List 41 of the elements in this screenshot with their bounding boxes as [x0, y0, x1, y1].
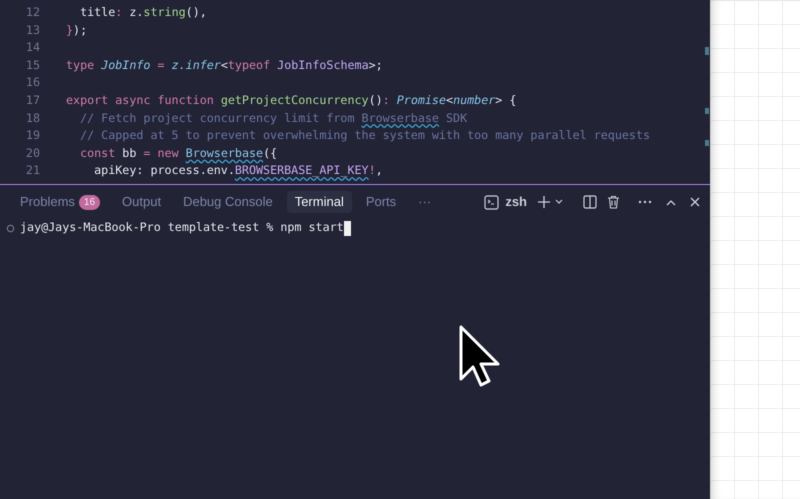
line-number: 12 [24, 4, 40, 22]
line-number: 19 [24, 127, 40, 144]
mouse-pointer-icon [459, 325, 501, 387]
line-number: 17 [24, 92, 40, 109]
plus-icon[interactable] [537, 195, 551, 209]
panel-tab[interactable]: Debug Console [175, 191, 281, 213]
panel-tab[interactable]: Problems 16 [12, 191, 108, 213]
code-line: // Fetch project concurrency limit from Browserbase SDK [79, 110, 468, 127]
code-line: }); [66, 22, 88, 39]
chevron-down-icon[interactable] [555, 199, 563, 205]
circle-icon [6, 224, 15, 232]
panel-tab[interactable]: Terminal [286, 191, 352, 213]
line-number: 20 [24, 144, 40, 162]
ellipsis-icon[interactable] [638, 200, 652, 204]
close-icon[interactable] [690, 197, 700, 207]
code-line: title: z.string(), [79, 4, 207, 22]
chevron-up-icon[interactable] [666, 198, 676, 206]
trash-icon[interactable] [607, 195, 620, 209]
line-number: 15 [24, 56, 40, 74]
line-number: 13 [24, 22, 40, 39]
code-line: type JobInfo = z.infer<typeof JobInfoSchema>; [66, 56, 383, 74]
more-tabs-button[interactable]: ··· [410, 192, 440, 212]
split-icon[interactable] [583, 195, 597, 209]
scrollbar-marker [705, 108, 709, 114]
line-number: 16 [24, 74, 40, 92]
code-line: // Capped at 5 to prevent overwhelming the system with too many parallel requests [79, 127, 650, 144]
scrollbar-marker [705, 140, 709, 146]
shell-label[interactable]: zsh [505, 192, 527, 212]
terminal-line: jay@Jays-MacBook-Pro template-test % npm start [20, 219, 344, 236]
terminal-icon[interactable] [484, 194, 500, 210]
code-line: export async function getProjectConcurrency(): Promise<number> { [66, 92, 516, 109]
panel-tab[interactable]: Output [114, 191, 170, 213]
line-number: 18 [24, 110, 40, 127]
scrollbar-marker [705, 47, 709, 55]
count-badge: 16 [78, 194, 100, 210]
line-number: 14 [24, 39, 40, 56]
code-line: const bb = new Browserbase({ [79, 144, 278, 162]
panel-tab[interactable]: Ports [358, 191, 404, 213]
line-number: 21 [24, 162, 40, 180]
text-cursor [344, 220, 351, 236]
code-line: apiKey: process.env.BROWSERBASE_API_KEY!, [93, 162, 383, 180]
